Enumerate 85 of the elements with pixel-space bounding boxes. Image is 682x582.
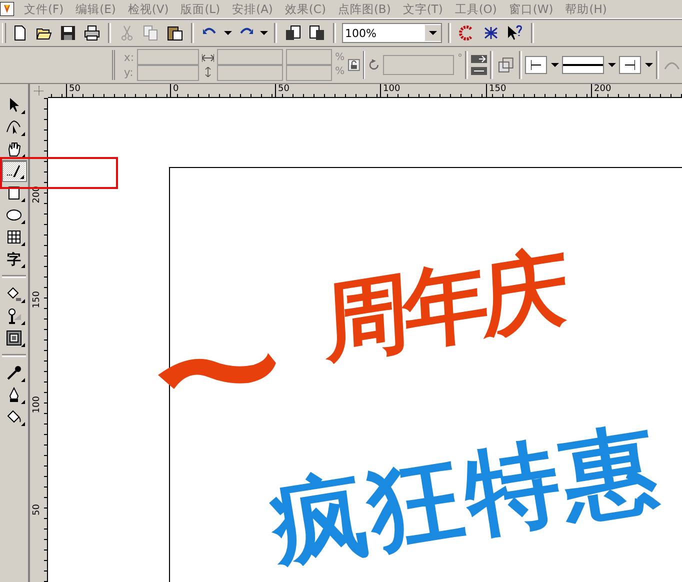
hand-icon <box>6 141 22 157</box>
dropdown-arrow-icon <box>645 63 654 67</box>
ruler-label: 50 <box>275 84 290 97</box>
ruler-label: 150 <box>486 84 506 97</box>
flyout-corner-icon <box>21 321 25 325</box>
dropdown-arrow-icon[interactable] <box>260 31 268 35</box>
diamond-icon <box>6 286 22 302</box>
mirror-vertical-icon[interactable] <box>471 67 488 75</box>
flyout-corner-icon <box>21 343 25 347</box>
paste-icon[interactable] <box>165 25 185 41</box>
dropdown-arrow-icon <box>551 63 560 67</box>
flyout-corner-icon <box>21 378 25 382</box>
dropdown-arrow-icon[interactable] <box>224 31 232 35</box>
ruler-label: 100 <box>380 84 400 97</box>
print-icon[interactable] <box>82 25 102 41</box>
nested-squares-icon <box>6 330 22 346</box>
ruler-origin-icon[interactable] <box>34 86 44 96</box>
menu-item[interactable]: 版面(L) <box>174 2 226 16</box>
headline-text: 周年庆 <box>322 244 564 368</box>
menu-item[interactable]: 工具(O) <box>448 2 503 16</box>
flyout-corner-icon <box>21 110 25 114</box>
flyout-corner-icon <box>21 220 25 224</box>
scale-height-field[interactable] <box>286 65 332 81</box>
import-icon[interactable] <box>283 25 303 41</box>
ruler-label: 100 <box>32 396 42 414</box>
freehand-tool-button[interactable] <box>1 160 27 182</box>
start-arrowhead-dropdown[interactable] <box>525 56 560 74</box>
line-style-dropdown[interactable] <box>562 56 616 74</box>
menu-item[interactable]: 点阵图(B) <box>332 2 397 16</box>
flyout-corner-icon <box>21 299 25 303</box>
save-icon[interactable] <box>58 25 78 41</box>
x-label: x: <box>124 50 134 65</box>
eyedropper-icon <box>6 365 22 381</box>
app-logo-icon[interactable] <box>0 2 14 16</box>
ruler-label: 50 <box>66 84 80 97</box>
percent-sign: % <box>335 65 345 79</box>
ruler-label: 0 <box>170 84 179 97</box>
menu-item[interactable]: 效果(C) <box>278 2 332 16</box>
convert-icon[interactable] <box>496 57 516 73</box>
curve-node-icon <box>6 119 22 135</box>
rotate-icon <box>368 59 380 71</box>
pushpin-icon <box>6 308 22 324</box>
percent-sign: % <box>335 51 345 65</box>
flyout-corner-icon <box>21 198 25 202</box>
export-icon[interactable] <box>307 25 327 41</box>
y-field[interactable] <box>137 65 200 81</box>
degree-sign: ° <box>457 53 462 64</box>
zoom-level-dropdown[interactable]: 100% <box>342 23 442 43</box>
menu-item[interactable]: 帮助(H) <box>559 2 613 16</box>
lock-icon[interactable] <box>348 59 360 71</box>
menu-item[interactable]: 文字(T) <box>396 2 449 16</box>
ellipse-icon <box>6 207 22 223</box>
flyout-corner-icon <box>21 400 25 404</box>
width-arrow-icon <box>202 53 214 63</box>
flyout-corner-icon <box>21 132 25 136</box>
menu-item[interactable]: 窗口(W) <box>502 2 560 16</box>
height-field[interactable] <box>217 65 284 81</box>
ruler-label: 150 <box>32 291 42 308</box>
scale-width-field[interactable] <box>286 49 332 65</box>
line-end-icon <box>531 60 542 70</box>
x-field[interactable] <box>137 49 200 65</box>
line-end-icon <box>625 60 636 70</box>
flyout-corner-icon <box>21 242 25 246</box>
rotation-angle-field[interactable] <box>383 55 454 75</box>
width-field[interactable] <box>217 49 284 65</box>
dropdown-arrow-icon <box>608 63 616 67</box>
end-arrowhead-dropdown[interactable] <box>619 56 654 74</box>
y-label: y: <box>124 65 134 80</box>
menu-item[interactable]: 安排(A) <box>226 2 279 16</box>
grid-icon <box>6 229 22 245</box>
menu-item[interactable]: 检视(V) <box>122 2 175 16</box>
ruler-label: 200 <box>591 84 612 97</box>
pencil-icon <box>6 163 22 179</box>
help-pointer-icon[interactable] <box>505 25 525 41</box>
ruler-label: 50 <box>32 504 42 516</box>
flyout-corner-icon <box>20 175 24 179</box>
subheadline-text: 疯狂特惠 <box>265 420 667 574</box>
mirror-horizontal-icon[interactable] <box>471 55 488 63</box>
dropdown-arrow-icon <box>429 31 437 35</box>
text-tool-button[interactable]: 字 <box>1 248 27 270</box>
flyout-corner-icon <box>21 422 25 426</box>
bucket-icon <box>6 409 22 425</box>
flyout-corner-icon <box>21 264 25 268</box>
menu-item[interactable]: 文件(F) <box>18 2 70 16</box>
menu-item[interactable]: 编辑(E) <box>70 2 122 16</box>
